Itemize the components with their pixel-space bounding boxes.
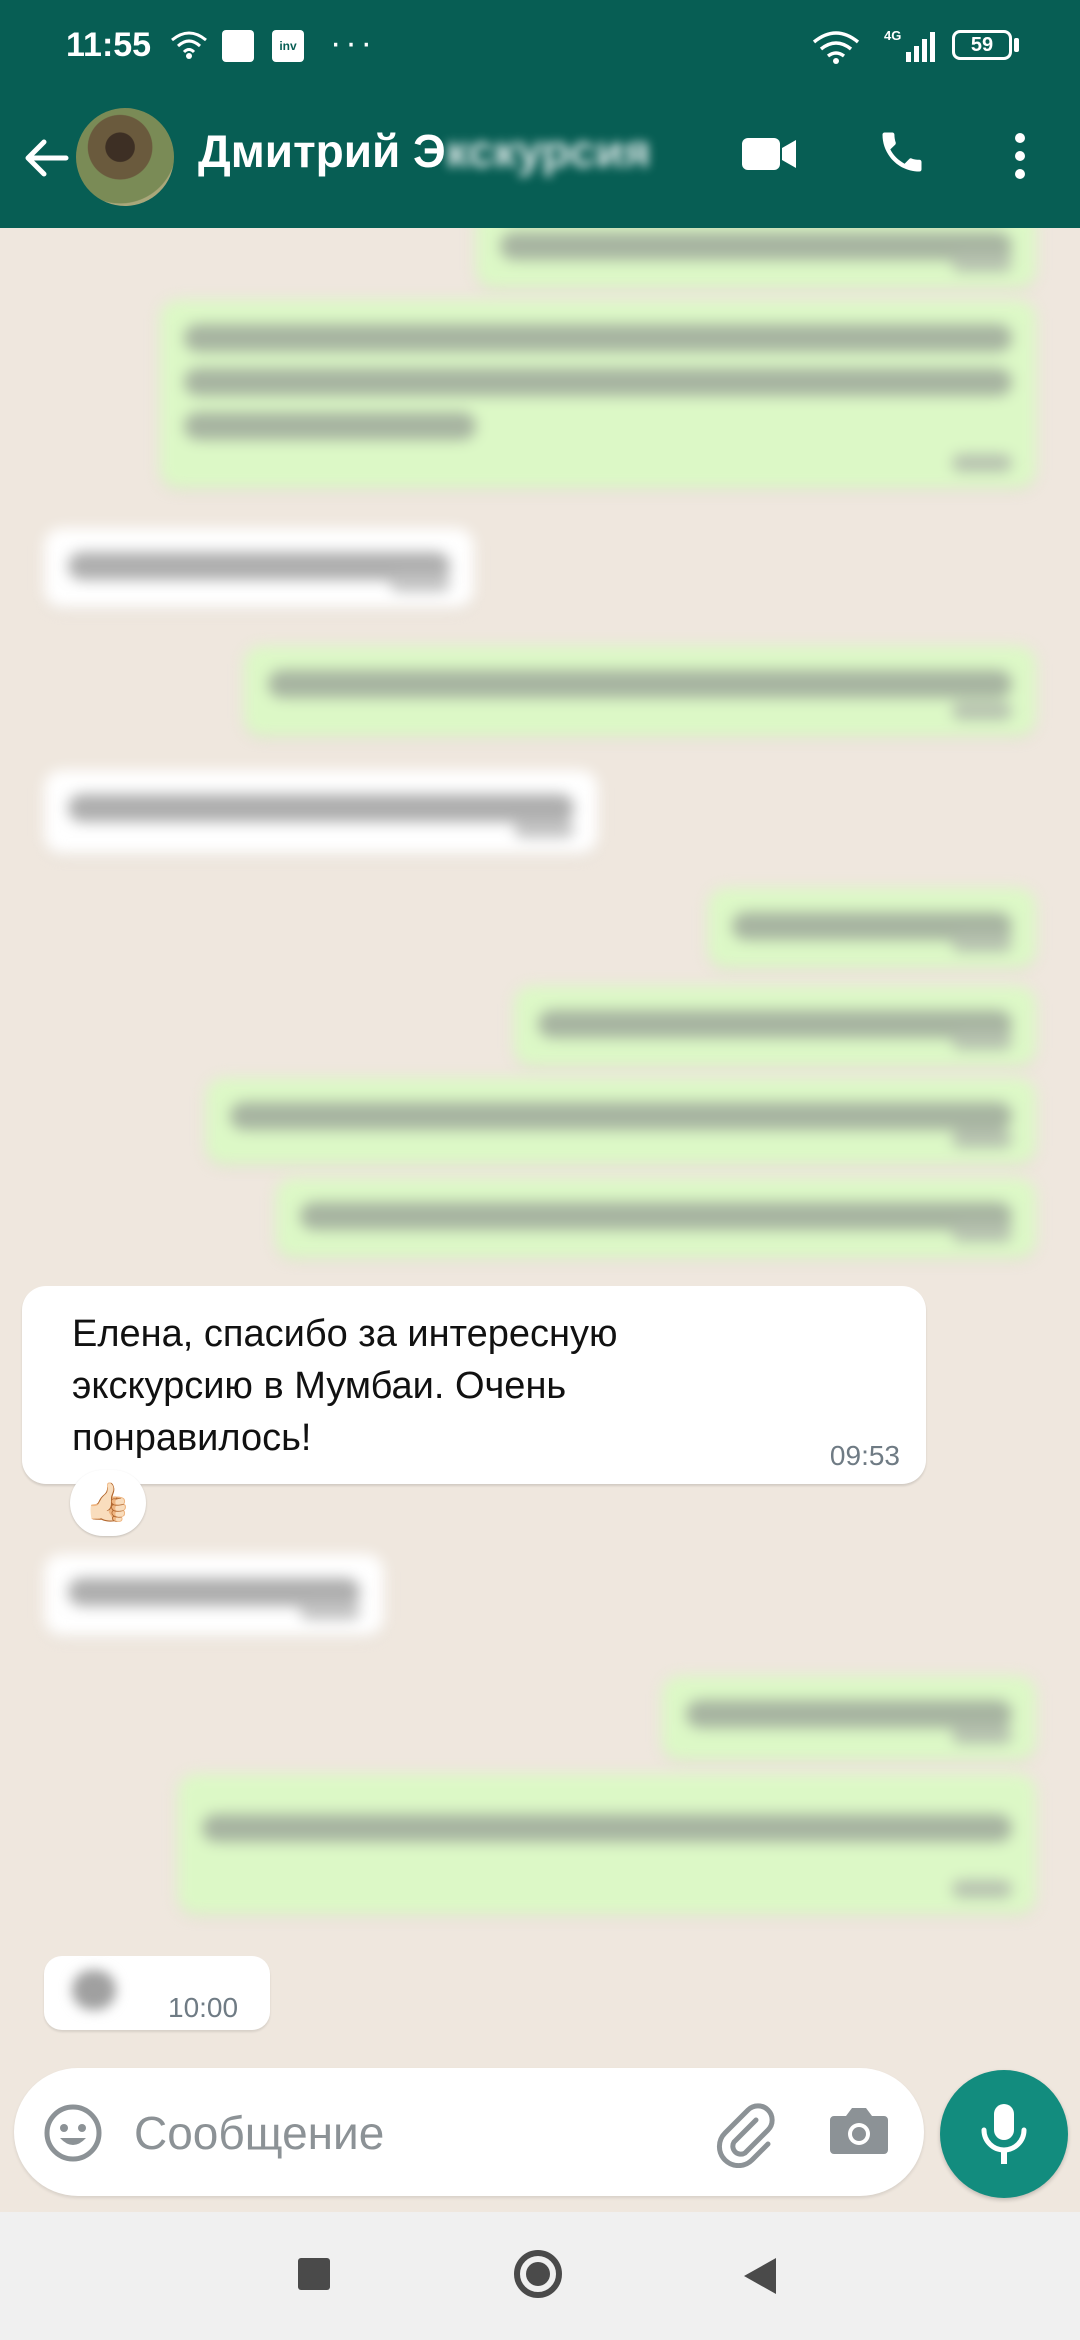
message-bubble-outgoing[interactable]: [206, 1078, 1036, 1164]
emoji-icon[interactable]: [42, 2102, 104, 2164]
message-bubble-outgoing[interactable]: [514, 986, 1036, 1066]
status-time: 11:55: [66, 26, 152, 64]
paperclip-icon[interactable]: [710, 2098, 780, 2168]
message-bubble-incoming[interactable]: 10:00: [44, 1956, 270, 2030]
chat-header: Дмитрий Экскурсия: [0, 96, 1080, 228]
more-notifications-icon: ···: [330, 24, 376, 62]
contact-name-visible: Дмитрий Э: [198, 125, 446, 177]
message-bubble-outgoing[interactable]: [178, 1774, 1036, 1914]
battery-indicator: 59: [952, 30, 1012, 60]
message-bubble-outgoing[interactable]: [160, 300, 1036, 488]
home-button[interactable]: [514, 2250, 562, 2298]
message-bubble-outgoing[interactable]: [276, 1178, 1036, 1258]
message-bubble-outgoing[interactable]: [662, 1676, 1036, 1760]
camera-icon[interactable]: [828, 2100, 890, 2160]
message-input[interactable]: [132, 2094, 696, 2172]
svg-text:4G: 4G: [884, 28, 901, 43]
back-triangle-icon[interactable]: [742, 2256, 778, 2296]
message-text: Елена, спасибо за интересную экскурсию в…: [72, 1313, 618, 1459]
message-bubble-incoming[interactable]: [44, 1554, 384, 1636]
voice-record-button[interactable]: [940, 2070, 1068, 2198]
mic-icon: [981, 2104, 1027, 2164]
arrow-left-icon[interactable]: [20, 132, 72, 184]
chat-area[interactable]: Елена, спасибо за интересную экскурсию в…: [0, 228, 1080, 2064]
message-bubble-outgoing[interactable]: [476, 228, 1036, 288]
message-bubble-outgoing[interactable]: [244, 646, 1036, 736]
message-time: 09:53: [829, 1440, 900, 1471]
wifi-signal-icon: [812, 31, 860, 64]
message-time: 10:00: [168, 1992, 239, 2023]
system-nav-bar: [0, 2212, 1080, 2340]
more-vert-icon[interactable]: [1008, 128, 1032, 184]
status-bar: 11:55 inv ··· 4G 59: [0, 0, 1080, 96]
video-camera-icon[interactable]: [740, 134, 798, 174]
inv-app-icon: inv: [272, 30, 304, 62]
contact-name-blurred: кскурсия: [445, 125, 651, 177]
message-composer: [14, 2068, 924, 2196]
message-bubble-incoming[interactable]: [44, 770, 598, 854]
message-bubble-incoming[interactable]: [44, 528, 474, 608]
thumbs-up-reaction[interactable]: 👍🏻: [70, 1470, 146, 1536]
message-bubble-incoming[interactable]: Елена, спасибо за интересную экскурсию в…: [22, 1286, 926, 1484]
recent-apps-button[interactable]: [298, 2258, 330, 2290]
cell-signal-icon: 4G: [884, 28, 935, 62]
avatar[interactable]: [76, 108, 174, 206]
message-bubble-outgoing[interactable]: [708, 888, 1036, 968]
blurred-content: [72, 1970, 116, 2010]
phone-icon[interactable]: [876, 126, 928, 178]
top-bar: 11:55 inv ··· 4G 59 Дмитрий Экскурсия: [0, 0, 1080, 228]
wifi-icon: [171, 31, 207, 59]
contact-name[interactable]: Дмитрий Экскурсия: [198, 124, 651, 178]
battery-tip: [1014, 38, 1019, 52]
mail-icon: [222, 30, 254, 62]
